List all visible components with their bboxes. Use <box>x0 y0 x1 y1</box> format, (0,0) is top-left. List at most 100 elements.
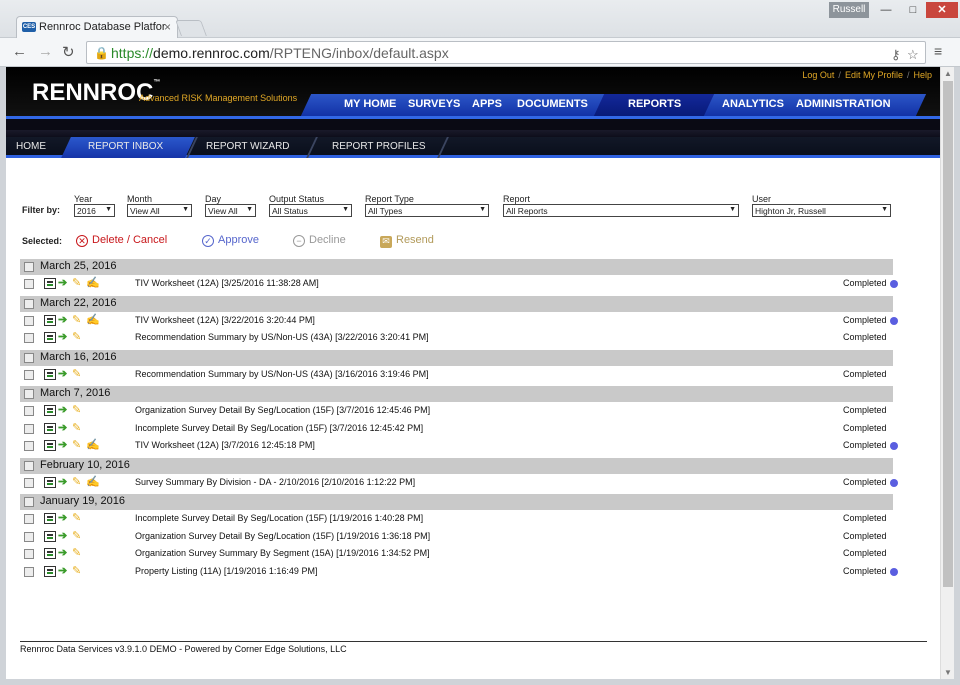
row-checkbox[interactable] <box>24 441 34 451</box>
view-report-icon[interactable] <box>44 422 56 434</box>
group-checkbox[interactable] <box>24 497 34 507</box>
pencil-edit-icon[interactable]: ✎ <box>72 278 84 289</box>
report-select[interactable]: All Reports ▼ <box>503 204 739 217</box>
nav-administration[interactable]: ADMINISTRATION <box>796 98 891 110</box>
row-checkbox[interactable] <box>24 531 34 542</box>
key-icon[interactable]: ⚷ <box>891 47 901 63</box>
report-title[interactable]: Incomplete Survey Detail By Seg/Location… <box>135 513 423 523</box>
report-title[interactable]: Organization Survey Detail By Seg/Locati… <box>135 405 430 415</box>
report-row[interactable]: ➔ ✎ Recommendation Summary by US/Non-US (4… <box>20 366 893 384</box>
subnav-report-wizard[interactable]: REPORT WIZARD <box>206 141 290 152</box>
scrollbar-thumb[interactable] <box>943 81 953 587</box>
report-type-select[interactable]: All Types ▼ <box>365 204 489 217</box>
row-checkbox[interactable] <box>24 514 34 524</box>
view-report-icon[interactable] <box>44 565 56 577</box>
forward-arrow-icon[interactable]: ➔ <box>58 440 70 451</box>
subnav-home[interactable]: HOME <box>16 141 46 152</box>
row-checkbox[interactable] <box>24 549 34 559</box>
decline-button[interactable]: − Decline <box>293 234 346 247</box>
scroll-up-icon[interactable]: ▲ <box>944 69 952 78</box>
report-title[interactable]: TIV Worksheet (12A) [3/25/2016 11:38:28 … <box>135 278 319 288</box>
forward-arrow-icon[interactable]: ➔ <box>58 565 70 577</box>
view-report-icon[interactable] <box>44 278 56 289</box>
pencil-edit-icon[interactable]: ✎ <box>72 368 84 380</box>
row-checkbox[interactable] <box>24 406 34 416</box>
row-checkbox[interactable] <box>24 423 34 434</box>
approve-edit-icon[interactable]: ✍ <box>86 476 100 488</box>
row-checkbox[interactable] <box>24 315 34 326</box>
subnav-report-profiles[interactable]: REPORT PROFILES <box>332 141 426 152</box>
approve-edit-icon[interactable]: ✍ <box>86 440 100 451</box>
reload-icon[interactable]: ↻ <box>62 43 75 61</box>
report-title[interactable]: Incomplete Survey Detail By Seg/Location… <box>135 423 423 433</box>
day-select[interactable]: View All ▼ <box>205 204 256 217</box>
report-title[interactable]: Recommendation Summary by US/Non-US (43A… <box>135 369 429 379</box>
report-row[interactable]: ➔ ✎ ✍ TIV Worksheet (12A) [3/25/2016 11:38:… <box>20 275 898 293</box>
menu-icon[interactable]: ≡ <box>934 43 942 59</box>
report-title[interactable]: Recommendation Summary by US/Non-US (43A… <box>135 332 429 342</box>
forward-arrow-icon[interactable]: ➔ <box>58 476 70 488</box>
view-report-icon[interactable] <box>44 368 56 380</box>
nav-my-home[interactable]: MY HOME <box>344 98 396 110</box>
maximize-icon[interactable]: □ <box>900 2 926 18</box>
report-row[interactable]: ➔ ✎ ✍ Survey Summary By Division - DA - 2/1… <box>20 474 898 492</box>
view-report-icon[interactable] <box>44 513 56 524</box>
pencil-edit-icon[interactable]: ✎ <box>72 422 84 434</box>
group-checkbox[interactable] <box>24 262 34 272</box>
forward-arrow-icon[interactable]: ➔ <box>58 548 70 559</box>
forward-arrow-icon[interactable]: ➔ <box>58 422 70 434</box>
forward-arrow-icon[interactable]: ➔ <box>58 368 70 380</box>
report-title[interactable]: Property Listing (11A) [1/19/2016 1:16:4… <box>135 566 317 576</box>
view-report-icon[interactable] <box>44 476 56 488</box>
pencil-edit-icon[interactable]: ✎ <box>72 565 84 577</box>
month-select[interactable]: View All ▼ <box>127 204 192 217</box>
row-checkbox[interactable] <box>24 477 34 488</box>
resend-button[interactable]: ✉ Resend <box>380 234 434 248</box>
nav-analytics[interactable]: ANALYTICS <box>722 98 784 110</box>
view-report-icon[interactable] <box>44 440 56 451</box>
report-row[interactable]: ➔ ✎ Incomplete Survey Detail By Seg/Locati… <box>20 510 893 528</box>
new-tab-button[interactable] <box>175 20 207 36</box>
bookmark-star-icon[interactable]: ☆ <box>907 47 919 63</box>
forward-arrow-icon[interactable]: ➔ <box>58 332 70 343</box>
nav-documents[interactable]: DOCUMENTS <box>517 98 588 110</box>
report-row[interactable]: ➔ ✎ ✍ TIV Worksheet (12A) [3/7/2016 12:45:1… <box>20 437 898 455</box>
back-icon[interactable]: ← <box>12 43 27 60</box>
forward-arrow-icon[interactable]: ➔ <box>58 405 70 416</box>
browser-user-badge[interactable]: Russell <box>829 2 869 18</box>
forward-arrow-icon[interactable]: ➔ <box>58 314 70 326</box>
minimize-icon[interactable]: — <box>872 2 900 18</box>
report-row[interactable]: ➔ ✎ Organization Survey Detail By Seg/Loca… <box>20 402 893 420</box>
nav-apps[interactable]: APPS <box>472 98 502 110</box>
nav-surveys[interactable]: SURVEYS <box>408 98 460 110</box>
report-title[interactable]: TIV Worksheet (12A) [3/22/2016 3:20:44 P… <box>135 315 315 325</box>
approve-edit-icon[interactable]: ✍ <box>86 278 100 289</box>
browser-tab[interactable]: CES Rennroc Database Platfor × <box>16 16 178 38</box>
output-status-select[interactable]: All Status ▼ <box>269 204 352 217</box>
report-title[interactable]: Survey Summary By Division - DA - 2/10/2… <box>135 477 415 487</box>
view-report-icon[interactable] <box>44 530 56 542</box>
close-window-icon[interactable]: ✕ <box>926 2 958 18</box>
pencil-edit-icon[interactable]: ✎ <box>72 405 84 416</box>
group-checkbox[interactable] <box>24 389 34 399</box>
row-checkbox[interactable] <box>24 333 34 343</box>
report-row[interactable]: ➔ ✎ Organization Survey Detail By Seg/Loca… <box>20 528 893 546</box>
group-checkbox[interactable] <box>24 352 34 363</box>
year-select[interactable]: 2016 ▼ <box>74 204 115 217</box>
pencil-edit-icon[interactable]: ✎ <box>72 314 84 326</box>
approve-button[interactable]: ✓ Approve <box>202 234 259 247</box>
address-bar[interactable]: 🔒 https://demo.rennroc.com/RPTENG/inbox/… <box>86 41 926 64</box>
pencil-edit-icon[interactable]: ✎ <box>72 548 84 559</box>
group-checkbox[interactable] <box>24 460 34 471</box>
report-row[interactable]: ➔ ✎ Incomplete Survey Detail By Seg/Locati… <box>20 420 893 438</box>
row-checkbox[interactable] <box>24 566 34 577</box>
pencil-edit-icon[interactable]: ✎ <box>72 513 84 524</box>
nav-reports[interactable]: REPORTS <box>628 98 681 110</box>
view-report-icon[interactable] <box>44 314 56 326</box>
page-scrollbar[interactable]: ▲ ▼ <box>940 67 954 679</box>
pencil-edit-icon[interactable]: ✎ <box>72 332 84 343</box>
subnav-report-inbox[interactable]: REPORT INBOX <box>88 141 163 152</box>
delete-cancel-button[interactable]: ✕ Delete / Cancel <box>76 234 167 247</box>
approve-edit-icon[interactable]: ✍ <box>86 314 100 326</box>
report-title[interactable]: TIV Worksheet (12A) [3/7/2016 12:45:18 P… <box>135 440 315 450</box>
